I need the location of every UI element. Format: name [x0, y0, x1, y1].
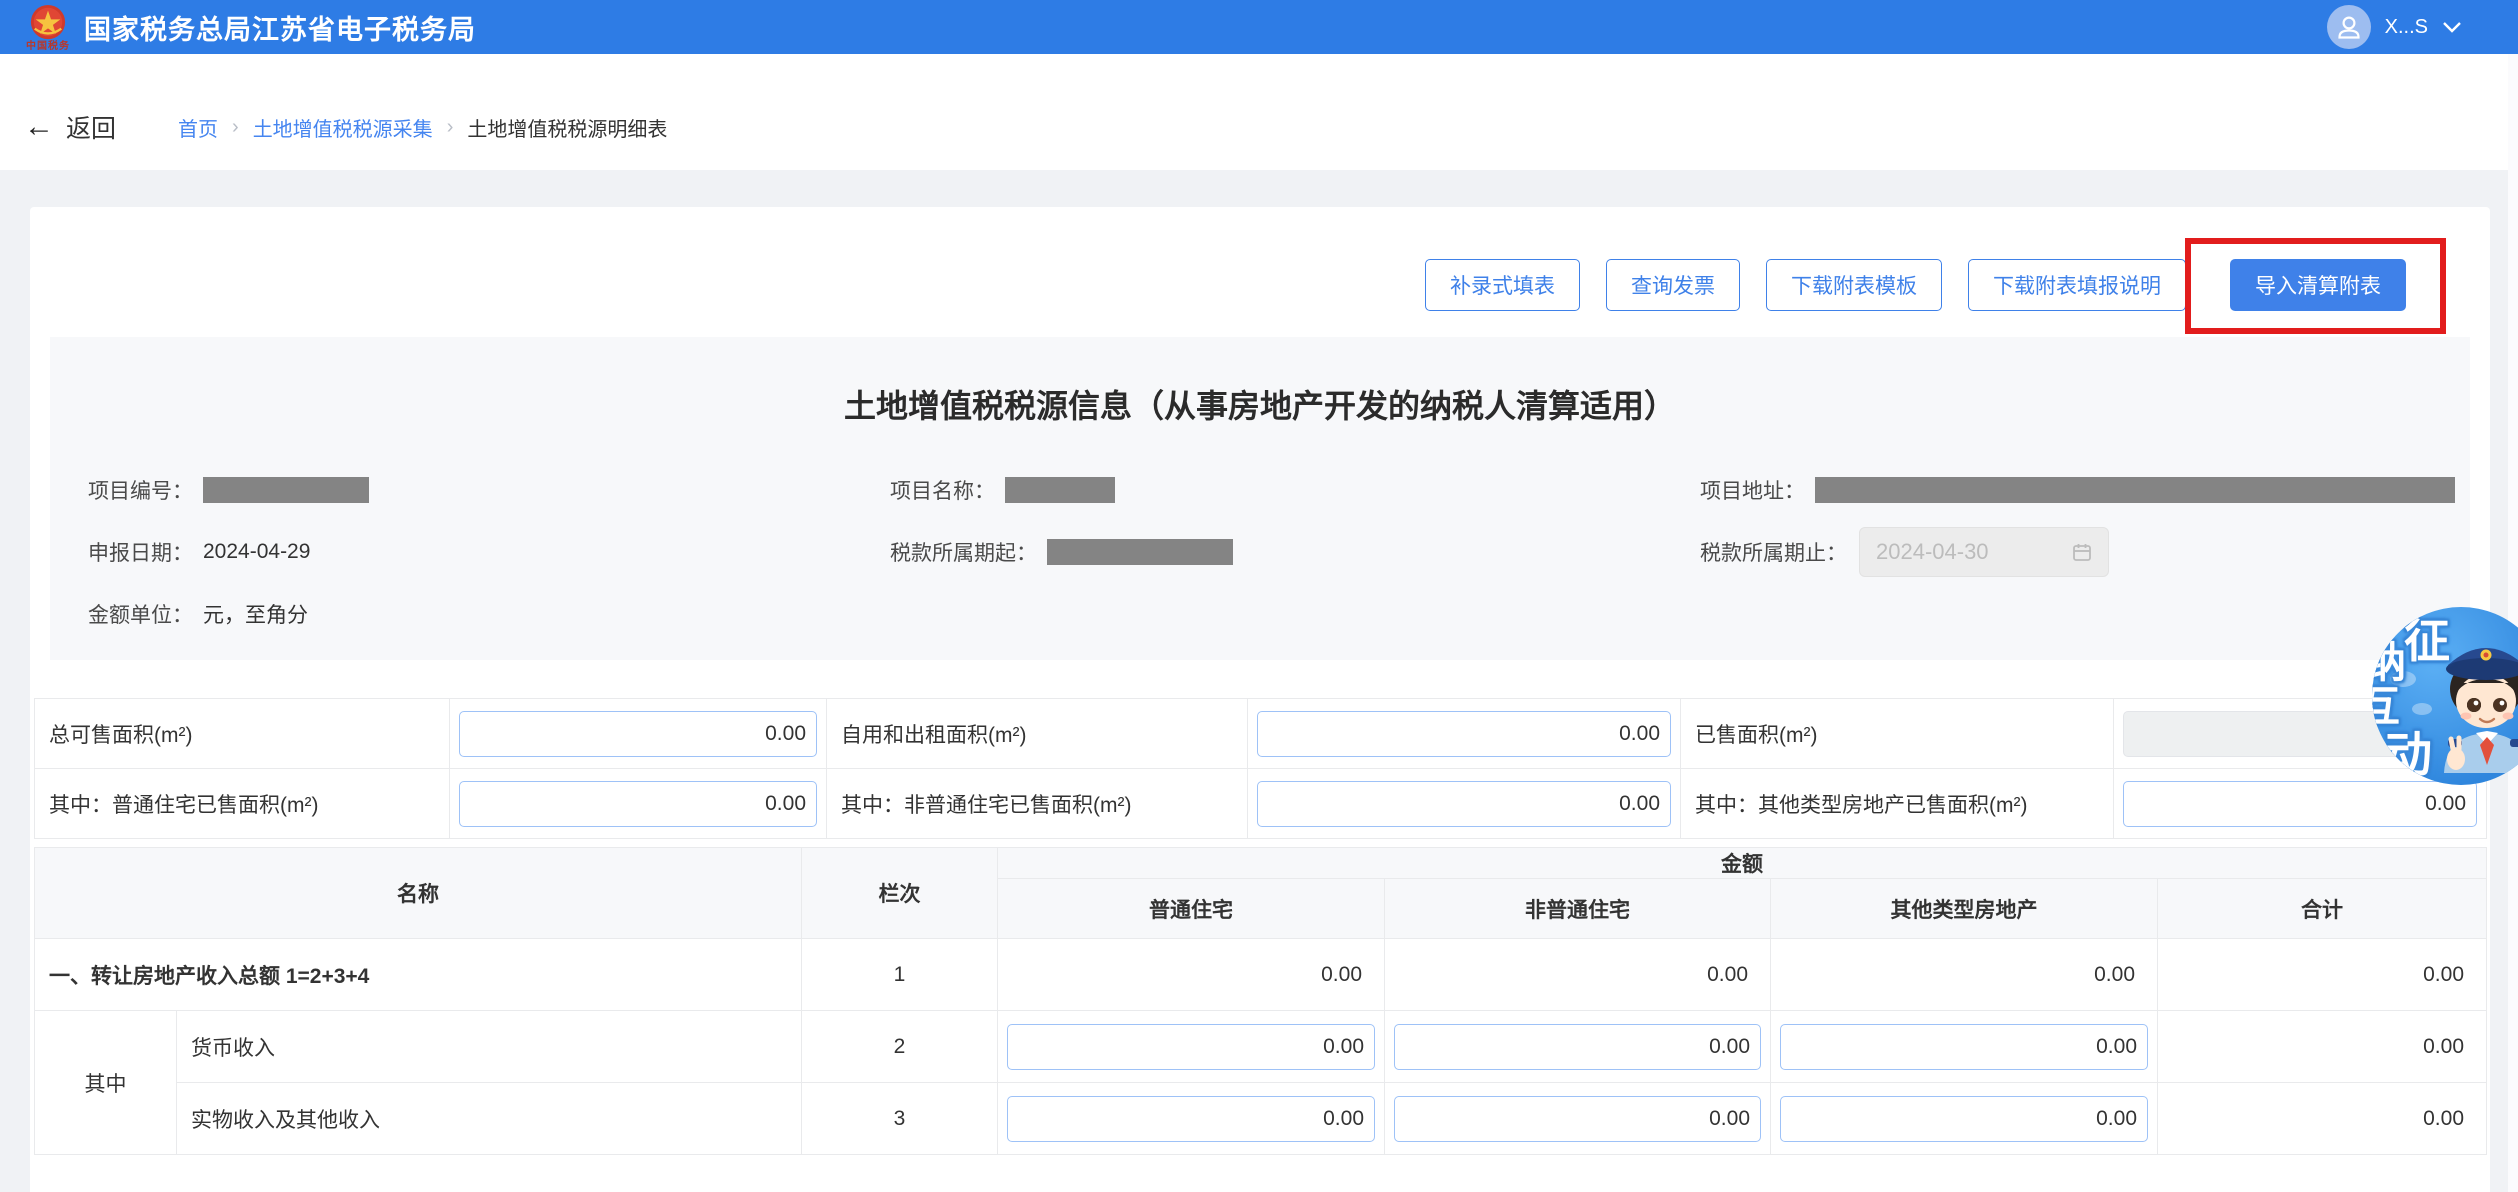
supplementary-fill-button[interactable]: 补录式填表: [1425, 259, 1580, 311]
breadcrumb: 首页 › 土地增值税税源采集 › 土地增值税税源明细表: [178, 113, 667, 142]
row-monetary-income-label: 货币收入: [177, 1011, 802, 1083]
breadcrumb-separator-icon: ›: [447, 116, 454, 139]
field-period-end: 税款所属期止： 2024-04-30: [1700, 535, 2470, 569]
total-sellable-area-label: 总可售面积(m²): [35, 699, 450, 769]
toolbar: 补录式填表 查询发票 下载附表模板 下载附表填报说明 导入清算附表: [34, 207, 2486, 311]
user-avatar[interactable]: [2327, 5, 2371, 49]
redacted-period-start: [1047, 539, 1233, 565]
back-arrow-icon: ←: [24, 112, 54, 142]
breadcrumb-current: 土地增值税税源明细表: [467, 113, 667, 142]
table-row: 其中：普通住宅已售面积(m²) 其中：非普通住宅已售面积(m²) 其中：其他类型…: [35, 769, 2487, 839]
redacted-project-no: [203, 477, 369, 503]
header-line-no: 栏次: [802, 848, 998, 939]
import-liquidation-attachment-button[interactable]: 导入清算附表: [2230, 259, 2406, 311]
breadcrumb-collection[interactable]: 土地增值税税源采集: [253, 113, 433, 142]
query-invoice-button[interactable]: 查询发票: [1606, 259, 1740, 311]
form-title: 土地增值税税源信息（从事房地产开发的纳税人清算适用）: [50, 381, 2470, 427]
form-fields: 项目编号： 项目名称： 项目地址： 申报日期： 2024-04-29 税款所属期…: [50, 473, 2470, 631]
main-detail-table: 名称 栏次 金额 普通住宅 非普通住宅 其他类型房地产 合计 一、转让房地产收入…: [34, 847, 2487, 1155]
app-title: 国家税务总局江苏省电子税务局: [84, 8, 476, 47]
field-project-no: 项目编号：: [88, 473, 890, 507]
other-property-sold-label: 其中：其他类型房地产已售面积(m²): [1681, 769, 2114, 839]
header-name: 名称: [35, 848, 802, 939]
user-menu[interactable]: X...S: [2327, 0, 2462, 54]
row-value: 0.00: [2158, 1083, 2487, 1155]
monetary-income-other-input[interactable]: [1780, 1024, 2148, 1070]
username: X...S: [2385, 16, 2428, 39]
row-total-transfer-income-label: 一、转让房地产收入总额 1=2+3+4: [35, 939, 802, 1011]
redacted-project-address: [1815, 477, 2455, 503]
table-row: 其中 货币收入 2 0.00: [35, 1011, 2487, 1083]
national-emblem-icon: [29, 4, 67, 42]
field-project-address: 项目地址：: [1700, 473, 2470, 507]
self-use-rental-area-input[interactable]: [1257, 711, 1671, 757]
table-row: 实物收入及其他收入 3 0.00: [35, 1083, 2487, 1155]
field-amount-unit: 金额单位： 元，至角分: [88, 597, 890, 631]
breadcrumb-home[interactable]: 首页: [178, 113, 218, 142]
row-line-no: 1: [802, 939, 998, 1011]
breadcrumb-bar: ← 返回 首页 › 土地增值税税源采集 › 土地增值税税源明细表: [0, 54, 2518, 170]
row-value: 0.00: [2158, 1011, 2487, 1083]
top-header-bar: 中国税务 国家税务总局江苏省电子税务局 X...S: [0, 0, 2518, 54]
chevron-down-icon[interactable]: [2442, 21, 2462, 33]
page: 中国税务 国家税务总局江苏省电子税务局 X...S ← 返回 首页 › 土地增值…: [0, 0, 2518, 1192]
tax-interaction-mascot-widget[interactable]: 征 纳 互 动: [2372, 607, 2518, 787]
other-property-sold-input[interactable]: [2123, 781, 2477, 827]
redacted-project-name: [1005, 477, 1115, 503]
table-row: 一、转让房地产收入总额 1=2+3+4 1 0.00 0.00 0.00 0.0…: [35, 939, 2487, 1011]
self-use-rental-area-label: 自用和出租面积(m²): [827, 699, 1248, 769]
inkind-income-ordinary-input[interactable]: [1007, 1096, 1375, 1142]
table-row: 总可售面积(m²) 自用和出租面积(m²) 已售面积(m²): [35, 699, 2487, 769]
calendar-icon: [2072, 542, 2092, 562]
non-ordinary-residence-sold-label: 其中：非普通住宅已售面积(m²): [827, 769, 1248, 839]
logo-caption: 中国税务: [26, 42, 70, 51]
ordinary-residence-sold-label: 其中：普通住宅已售面积(m²): [35, 769, 450, 839]
header-other-property: 其他类型房地产: [1771, 879, 2158, 939]
amount-unit-value: 元，至角分: [203, 599, 308, 629]
total-sellable-area-input[interactable]: [459, 711, 817, 757]
group-label-among-which: 其中: [35, 1011, 177, 1155]
main-card: 补录式填表 查询发票 下载附表模板 下载附表填报说明 导入清算附表 土地增值税税…: [30, 207, 2490, 1192]
tax-source-info-panel: 土地增值税税源信息（从事房地产开发的纳税人清算适用） 项目编号： 项目名称： 项…: [50, 337, 2470, 660]
ordinary-residence-sold-input[interactable]: [459, 781, 817, 827]
declare-date-value: 2024-04-29: [203, 540, 310, 564]
inkind-income-non-ordinary-input[interactable]: [1394, 1096, 1761, 1142]
download-template-button[interactable]: 下载附表模板: [1766, 259, 1942, 311]
tax-bureau-logo: 中国税务: [26, 4, 70, 51]
mascot-char-zheng: 征: [2404, 607, 2450, 671]
inkind-income-other-input[interactable]: [1780, 1096, 2148, 1142]
header-ordinary-residence: 普通住宅: [998, 879, 1385, 939]
row-value: 0.00: [2158, 939, 2487, 1011]
mascot-circle: 征 纳 互 动: [2372, 607, 2518, 785]
field-declare-date: 申报日期： 2024-04-29: [88, 535, 890, 569]
period-end-date-input: 2024-04-30: [1859, 527, 2109, 577]
back-button[interactable]: ← 返回: [24, 109, 116, 145]
download-instructions-button[interactable]: 下载附表填报说明: [1968, 259, 2186, 311]
row-value: 0.00: [1771, 939, 2158, 1011]
header-amount: 金额: [998, 848, 2487, 879]
sold-area-label: 已售面积(m²): [1681, 699, 2114, 769]
non-ordinary-residence-sold-input[interactable]: [1257, 781, 1671, 827]
mascot-char-dong: 动: [2384, 715, 2432, 785]
monetary-income-non-ordinary-input[interactable]: [1394, 1024, 1761, 1070]
row-line-no: 3: [802, 1083, 998, 1155]
row-value: 0.00: [998, 939, 1385, 1011]
row-inkind-income-label: 实物收入及其他收入: [177, 1083, 802, 1155]
primary-button-wrap: 导入清算附表: [2230, 259, 2406, 311]
row-value: 0.00: [1385, 939, 1771, 1011]
header-non-ordinary-residence: 非普通住宅: [1385, 879, 1771, 939]
field-project-name: 项目名称：: [890, 473, 1700, 507]
breadcrumb-separator-icon: ›: [232, 116, 239, 139]
header-total: 合计: [2158, 879, 2487, 939]
field-period-start: 税款所属期起：: [890, 535, 1700, 569]
user-icon: [2335, 13, 2363, 41]
monetary-income-ordinary-input[interactable]: [1007, 1024, 1375, 1070]
row-line-no: 2: [802, 1011, 998, 1083]
area-table: 总可售面积(m²) 自用和出租面积(m²) 已售面积(m²) 其中：普通住宅已售…: [34, 698, 2487, 839]
